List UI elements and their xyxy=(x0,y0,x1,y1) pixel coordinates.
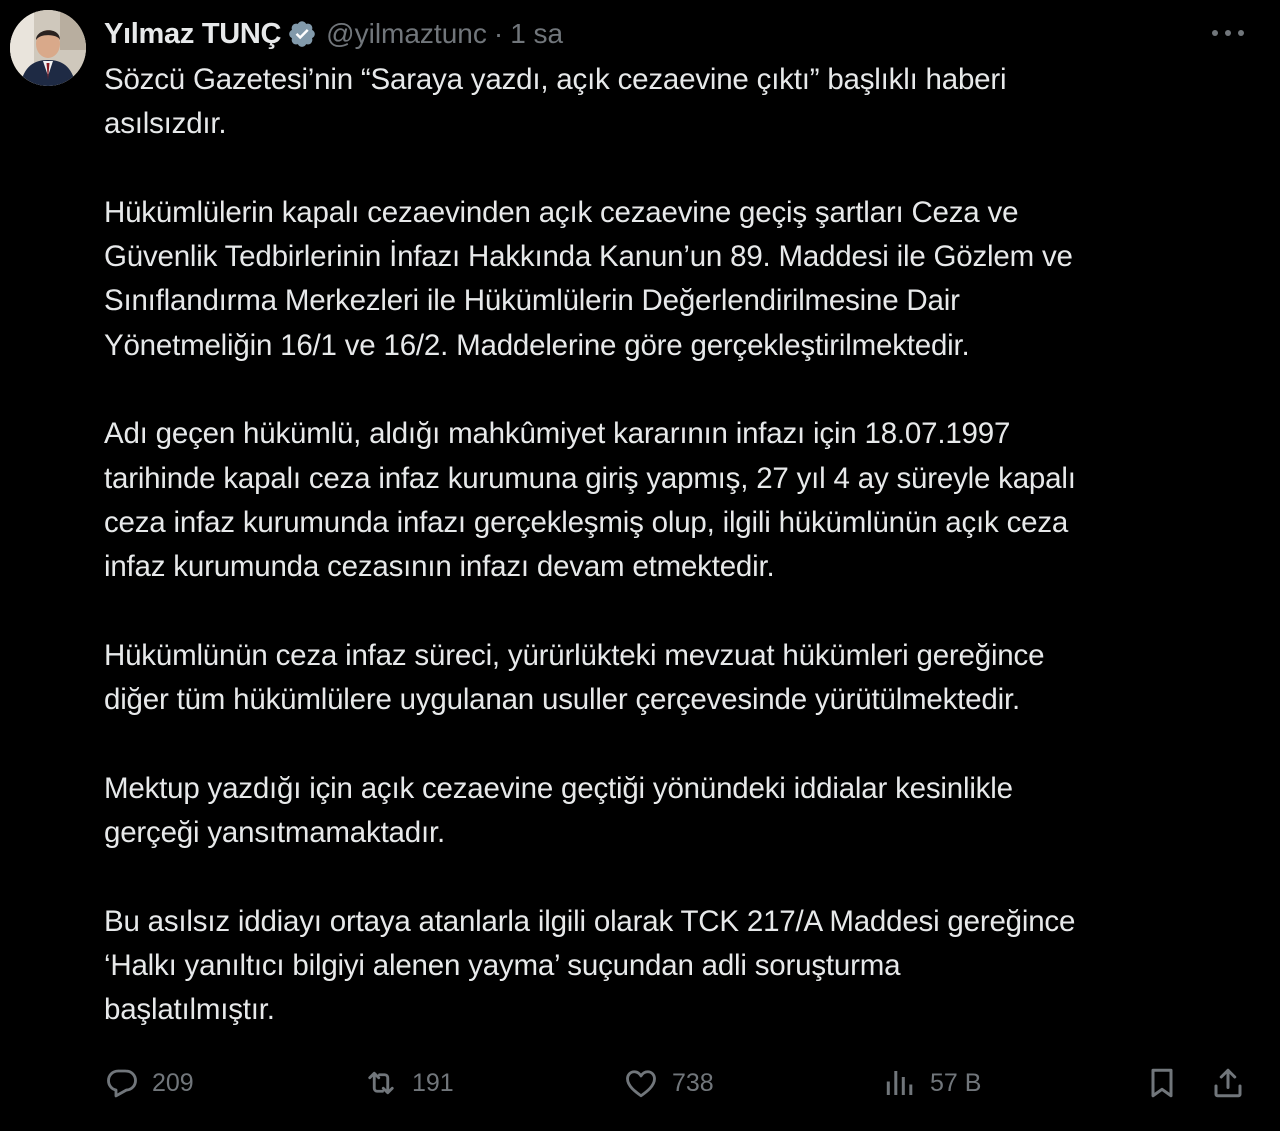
user-handle[interactable]: @yilmaztunc xyxy=(326,18,487,50)
share-icon xyxy=(1214,1068,1242,1098)
tweet-paragraph: Sözcü Gazetesi’nin “Saraya yazdı, açık c… xyxy=(104,63,1007,141)
tweet-paragraph: Bu asılsız iddiayı ortaya atanlarla ilgi… xyxy=(104,904,1076,1027)
bookmark-button[interactable] xyxy=(1144,1060,1180,1106)
separator-dot: · xyxy=(493,18,504,49)
reply-count: 209 xyxy=(152,1068,194,1097)
like-count: 738 xyxy=(672,1068,714,1097)
reply-button[interactable]: 209 xyxy=(104,1060,194,1106)
views-button[interactable]: 57 B xyxy=(882,1060,981,1106)
retweet-button[interactable]: 191 xyxy=(362,1060,454,1106)
tweet-paragraph: Adı geçen hükümlü, aldığı mahkûmiyet kar… xyxy=(104,417,1076,584)
avatar-image xyxy=(10,10,86,86)
more-options-icon[interactable] xyxy=(1208,18,1248,48)
avatar[interactable] xyxy=(10,10,86,86)
views-chart-icon xyxy=(886,1071,913,1095)
display-name[interactable]: Yılmaz TUNÇ xyxy=(104,18,281,51)
tweet-card[interactable]: Yılmaz TUNÇ @yilmaztunc · 1 sa Sözcü Gaz… xyxy=(0,0,1280,1131)
timestamp[interactable]: 1 sa xyxy=(510,18,563,50)
retweet-count: 191 xyxy=(412,1068,454,1097)
reply-icon xyxy=(107,1069,137,1098)
tweet-text: Sözcü Gazetesi’nin “Saraya yazdı, açık c… xyxy=(104,58,1254,1033)
tweet-actions: 209 191 738 57 B xyxy=(104,1060,1254,1106)
retweet-icon xyxy=(368,1071,394,1095)
bookmark-icon xyxy=(1151,1068,1173,1098)
views-count: 57 B xyxy=(930,1068,982,1097)
heart-icon xyxy=(626,1070,656,1098)
share-button[interactable] xyxy=(1210,1060,1246,1106)
tweet-paragraph: Hükümlülerin kapalı cezaevinden açık cez… xyxy=(104,195,1073,362)
verified-badge-icon xyxy=(287,19,317,49)
like-button[interactable]: 738 xyxy=(622,1060,714,1106)
tweet-paragraph: Mektup yazdığı için açık cezaevine geçti… xyxy=(104,771,1013,850)
tweet-paragraph: Hükümlünün ceza infaz süreci, yürürlükte… xyxy=(104,638,1045,717)
tweet-header: Yılmaz TUNÇ @yilmaztunc · 1 sa xyxy=(104,12,563,56)
